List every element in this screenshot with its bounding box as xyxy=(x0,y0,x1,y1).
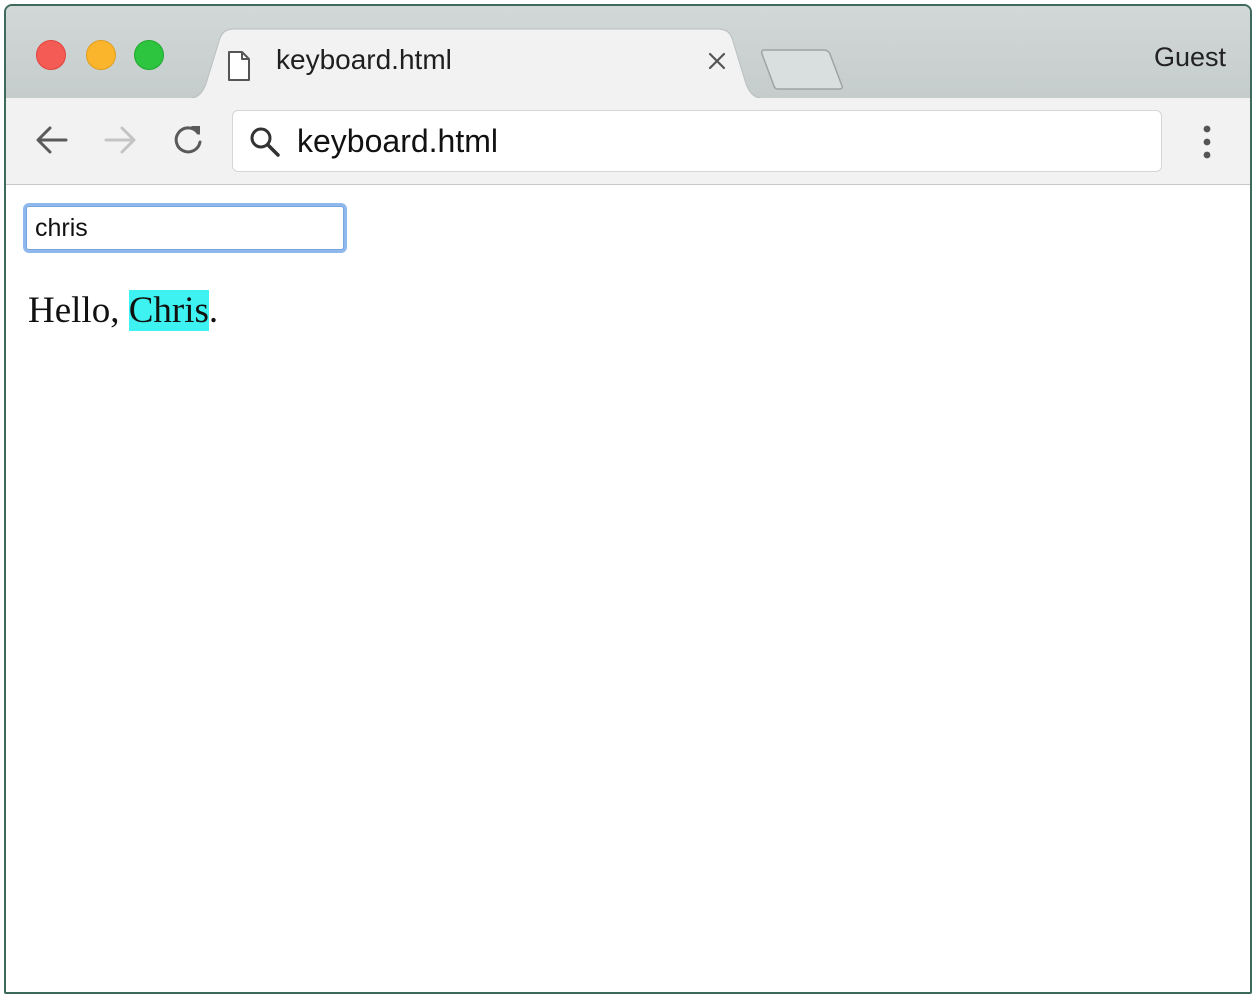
kebab-menu-icon xyxy=(1203,125,1211,159)
profile-button[interactable]: Guest xyxy=(1154,42,1226,73)
page-content: Hello, Chris. xyxy=(6,185,1250,992)
browser-window: keyboard.html Guest keyboard.html chris … xyxy=(4,4,1252,994)
search-icon xyxy=(250,127,280,157)
reload-icon xyxy=(174,126,202,154)
tab-close-button[interactable] xyxy=(704,48,730,74)
greeting-name-highlight: Chris xyxy=(128,290,209,331)
arrow-right-icon xyxy=(104,126,136,154)
browser-menu-button[interactable] xyxy=(1192,120,1222,164)
name-input[interactable] xyxy=(26,206,344,250)
close-icon xyxy=(708,52,726,70)
tab-title: keyboard.html xyxy=(276,44,452,75)
new-tab-button[interactable] xyxy=(760,46,846,92)
tab-strip: keyboard.html Guest xyxy=(6,6,1250,100)
active-tab[interactable] xyxy=(184,28,784,100)
greeting-suffix: . xyxy=(208,290,219,331)
greeting-prefix: Hello, xyxy=(28,290,129,331)
address-bar[interactable]: keyboard.html xyxy=(232,110,1162,172)
back-button[interactable] xyxy=(30,118,74,162)
reload-button[interactable] xyxy=(166,118,210,162)
forward-button[interactable] xyxy=(98,118,142,162)
browser-toolbar: keyboard.html xyxy=(6,98,1250,185)
greeting-text: Hello, Chris. xyxy=(28,289,218,332)
window-minimize-button[interactable] xyxy=(86,40,116,70)
address-bar-url: keyboard.html xyxy=(297,123,498,159)
window-close-button[interactable] xyxy=(36,40,66,70)
window-zoom-button[interactable] xyxy=(134,40,164,70)
page-icon xyxy=(228,51,250,81)
arrow-left-icon xyxy=(36,126,68,154)
